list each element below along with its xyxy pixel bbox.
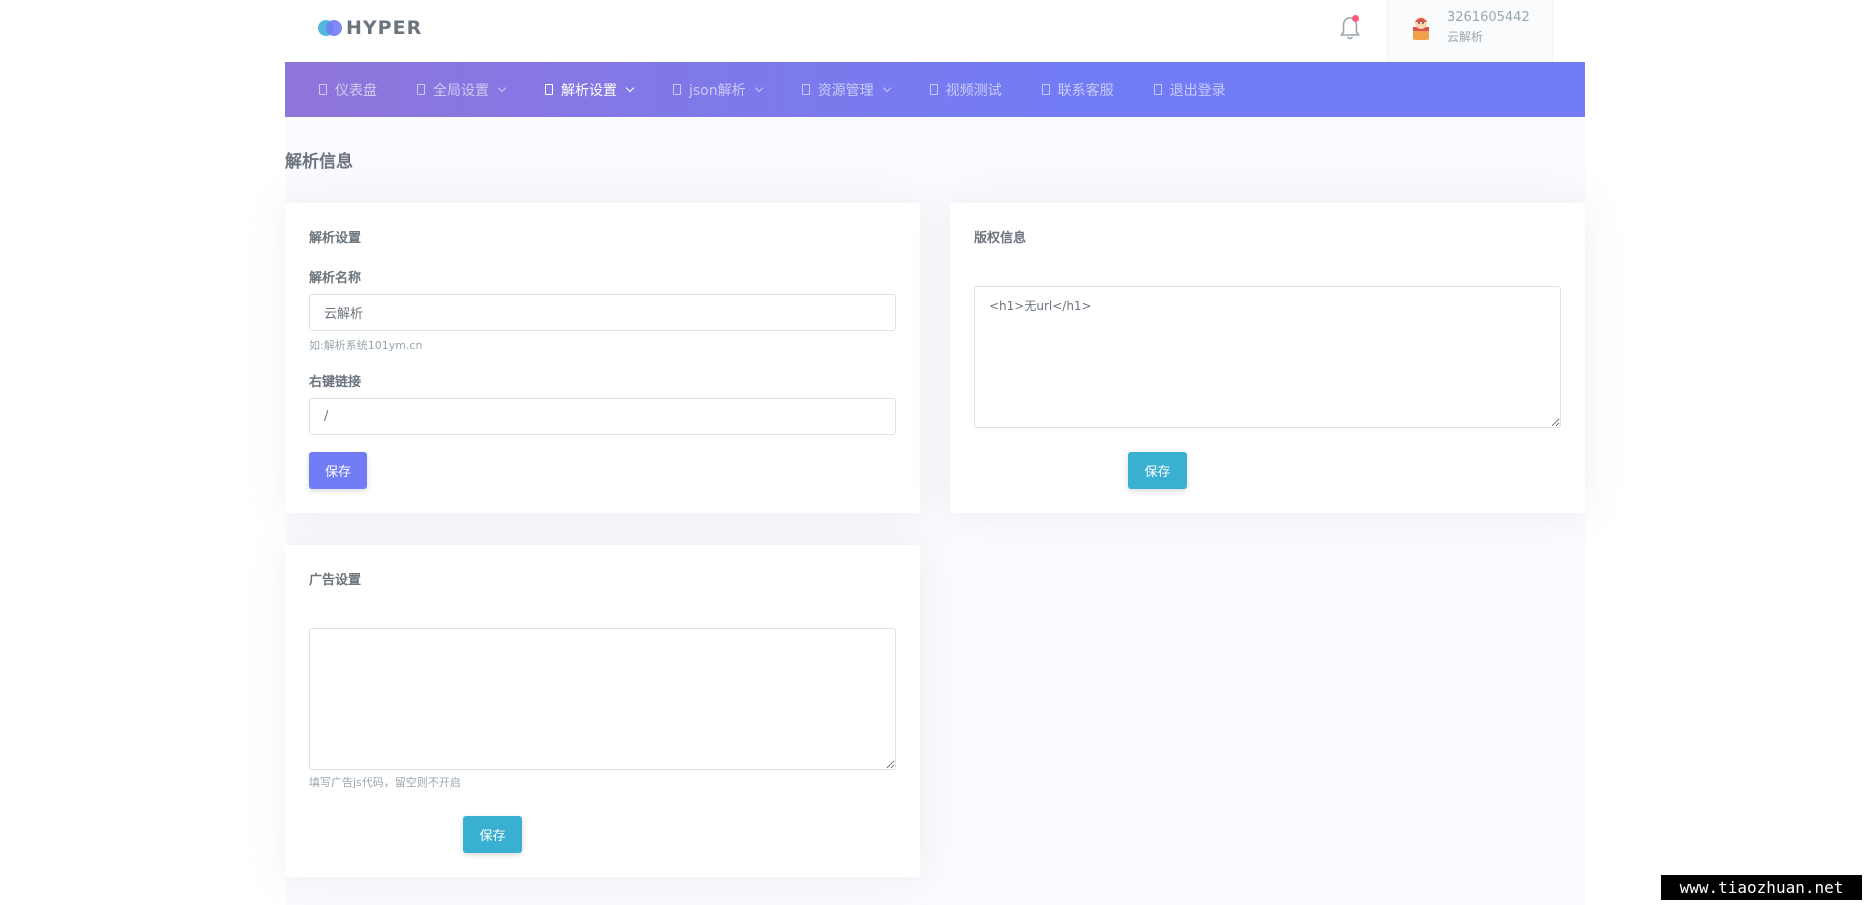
parse-settings-card: 解析设置 解析名称 如:解析系统101ym.cn 右键链接 保存: [285, 203, 920, 513]
nav-item-label: json解析: [689, 82, 746, 99]
dashboard-icon: [319, 84, 327, 95]
nav-item-support[interactable]: 联系客服: [1041, 80, 1114, 100]
nav-item-dashboard[interactable]: 仪表盘: [319, 80, 377, 100]
save-parse-settings-button[interactable]: 保存: [309, 452, 367, 489]
ads-settings-card: 广告设置 填写广告js代码，留空则不开启 保存: [285, 545, 920, 877]
nav-item-label: 资源管理: [817, 82, 874, 99]
chevron-down-icon: [754, 83, 763, 92]
video-icon: [929, 84, 938, 95]
user-id: 3261605442: [1447, 10, 1530, 25]
user-menu[interactable]: 3261605442 云解析: [1387, 0, 1553, 62]
right-click-link-input[interactable]: [309, 398, 896, 435]
save-ads-button[interactable]: 保存: [463, 816, 522, 853]
chevron-down-icon: [497, 83, 507, 92]
card-title: 解析设置: [309, 231, 362, 246]
chevron-down-icon: [882, 83, 891, 92]
nav-item-logout[interactable]: 退出登录: [1153, 80, 1226, 100]
notification-dot: [1352, 15, 1359, 22]
page-title: 解析信息: [285, 152, 353, 172]
nav-item-global-settings[interactable]: 全局设置: [417, 80, 507, 100]
nav-item-label: 联系客服: [1057, 82, 1114, 99]
card-title: 版权信息: [974, 231, 1027, 246]
logo[interactable]: HYPER: [318, 16, 422, 40]
parse-name-help: 如:解析系统101ym.cn: [309, 339, 423, 352]
watermark: www.tiaozhuan.net: [1661, 875, 1862, 900]
topbar: HYPER 3261605442 云解析: [285, 0, 1585, 62]
parse-name-label: 解析名称: [309, 271, 362, 286]
notification-bell-icon[interactable]: [1337, 14, 1363, 42]
avatar: [1408, 14, 1434, 42]
json-icon: [673, 84, 681, 95]
logo-text: HYPER: [346, 17, 423, 39]
resources-icon: [801, 84, 810, 95]
settings-icon: [417, 84, 425, 95]
nav-item-label: 解析设置: [561, 82, 617, 99]
logo-icon: [318, 18, 344, 38]
main-nav: 仪表盘 全局设置 解析设置 json解析 资源管理 视频测试 联系客服 退出登录: [285, 62, 1585, 117]
nav-item-label: 退出登录: [1169, 82, 1226, 99]
nav-item-video-test[interactable]: 视频测试: [929, 80, 1002, 100]
parse-name-input[interactable]: [309, 294, 896, 331]
ads-help: 填写广告js代码，留空则不开启: [309, 776, 461, 789]
support-icon: [1041, 84, 1050, 95]
save-copyright-button[interactable]: 保存: [1128, 452, 1187, 489]
logout-icon: [1153, 84, 1162, 95]
nav-item-label: 视频测试: [945, 82, 1002, 99]
copyright-card: 版权信息 <h1>无url</h1> 保存: [950, 203, 1585, 513]
nav-item-label: 仪表盘: [335, 82, 377, 99]
nav-item-resources[interactable]: 资源管理: [801, 80, 891, 100]
card-title: 广告设置: [309, 573, 362, 588]
ads-code-textarea[interactable]: [309, 628, 896, 770]
nav-item-parse-settings[interactable]: 解析设置: [545, 80, 635, 100]
copyright-textarea[interactable]: <h1>无url</h1>: [974, 286, 1561, 428]
chevron-down-icon: [625, 83, 635, 92]
nav-item-label: 全局设置: [433, 82, 489, 99]
right-click-link-label: 右键链接: [309, 375, 362, 390]
nav-item-json-parse[interactable]: json解析: [673, 80, 763, 100]
parse-icon: [545, 84, 553, 95]
user-name: 云解析: [1447, 30, 1484, 44]
page-wrapper: HYPER 3261605442 云解析 仪表盘 全局设置 解析设置 json解…: [285, 0, 1585, 905]
